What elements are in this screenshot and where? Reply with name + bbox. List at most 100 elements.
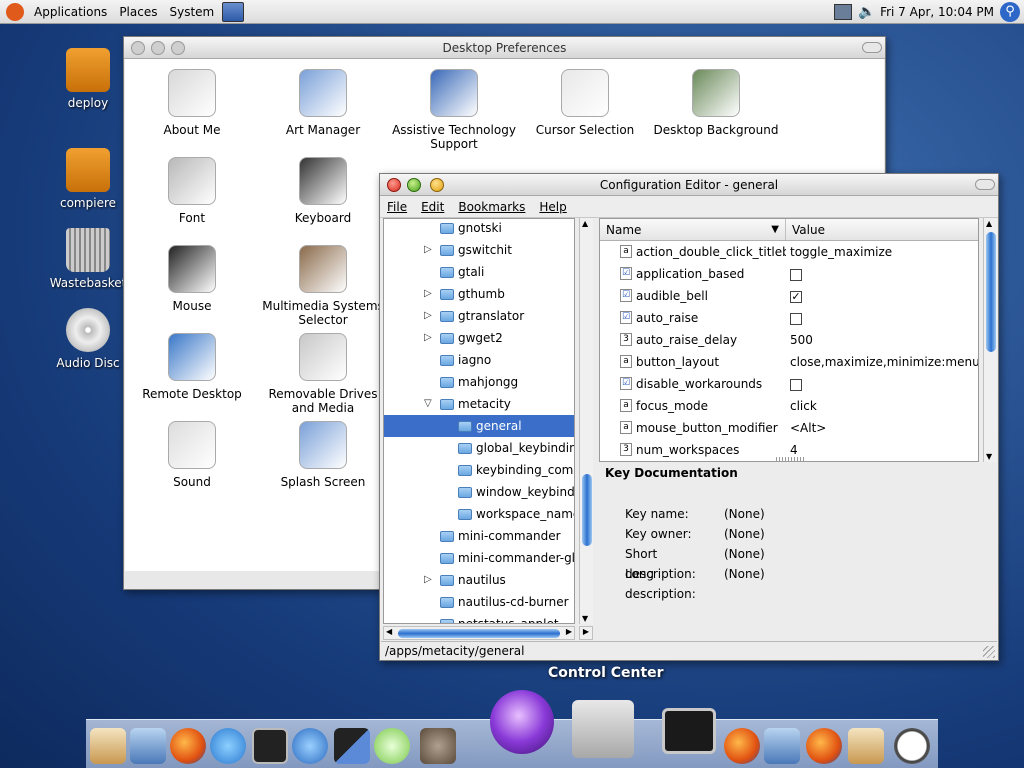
tree-item[interactable]: gnotski <box>384 219 574 239</box>
home-icon[interactable] <box>90 728 126 764</box>
table-row[interactable]: a action_double_click_titlebar toggle_maxi… <box>600 241 978 263</box>
pref-multimedia[interactable]: Multimedia Systems Selector <box>258 245 388 327</box>
mail-icon[interactable] <box>764 728 800 764</box>
key-value[interactable]: toggle_maximize <box>790 245 892 259</box>
tree-scroll-thumb[interactable] <box>582 474 592 546</box>
expander-closed-icon[interactable]: ▷ <box>424 327 432 349</box>
ubuntu-logo-icon[interactable] <box>6 2 24 21</box>
value-checkbox[interactable] <box>790 268 802 281</box>
desktop-icon-wastebasket[interactable]: Wastebasket <box>48 228 128 290</box>
tree-item[interactable]: ▷ gwget2 <box>384 327 574 349</box>
menu-edit[interactable]: Edit <box>414 200 451 214</box>
pane-resize-grip[interactable] <box>776 457 806 461</box>
pref-mouse[interactable]: Mouse <box>127 245 257 313</box>
tree-item[interactable]: nautilus-cd-burner <box>384 591 574 613</box>
menu-file[interactable]: File <box>380 200 414 214</box>
firefox-icon[interactable] <box>170 728 206 764</box>
scroll-up-arrow[interactable]: ▲ <box>986 219 992 228</box>
menu-help[interactable]: Help <box>532 200 573 214</box>
table-row[interactable]: ☑ auto_raise <box>600 307 978 329</box>
value-checkbox[interactable] <box>790 312 802 325</box>
chat-icon[interactable] <box>210 728 246 764</box>
tree-item[interactable]: ▽ metacity <box>384 393 574 415</box>
value-column-header[interactable]: Value <box>786 219 825 240</box>
close-button[interactable] <box>387 178 401 192</box>
firefox-icon[interactable] <box>724 728 760 764</box>
expander-closed-icon[interactable]: ▷ <box>424 305 432 327</box>
tree-hscroll-thumb[interactable] <box>398 629 560 638</box>
clock[interactable]: Fri 7 Apr, 10:04 PM <box>880 5 994 19</box>
pref-art-manager[interactable]: Art Manager <box>258 69 388 137</box>
scroll-left-arrow[interactable]: ◀ <box>386 627 392 636</box>
table-row[interactable]: ☑ disable_workarounds <box>600 373 978 395</box>
table-row[interactable]: ☑ audible_bell ✓ <box>600 285 978 307</box>
configuration-editor-titlebar[interactable]: Configuration Editor - general <box>380 174 998 196</box>
maximize-button[interactable] <box>430 178 444 192</box>
pref-remote-desktop[interactable]: Remote Desktop <box>127 333 257 401</box>
clock-icon[interactable] <box>894 728 930 764</box>
tree-item[interactable]: window_keybindings <box>384 481 574 503</box>
tree-item[interactable]: mahjongg <box>384 371 574 393</box>
collapse-button[interactable] <box>975 179 995 190</box>
applications-menu[interactable]: Applications <box>28 0 113 24</box>
home-icon[interactable] <box>848 728 884 764</box>
tree-horizontal-scrollbar[interactable]: ◀ ▶ <box>383 626 575 640</box>
pref-about-me[interactable]: About Me <box>127 69 257 137</box>
table-scroll-thumb[interactable] <box>986 232 996 352</box>
desktop-icon-audio-disc[interactable]: Audio Disc <box>48 308 128 370</box>
tree-item[interactable]: global_keybindings <box>384 437 574 459</box>
tree-hscroll-end-arrow[interactable]: ▶ <box>579 626 593 640</box>
tree-item[interactable]: iagno <box>384 349 574 371</box>
tree-item[interactable]: keybinding_commands <box>384 459 574 481</box>
tree-item[interactable]: general <box>384 415 574 437</box>
volume-icon[interactable]: 🔈 <box>858 4 875 20</box>
key-value[interactable]: 500 <box>790 333 813 347</box>
tree-item[interactable]: mini-commander <box>384 525 574 547</box>
scroll-down-arrow[interactable]: ▼ <box>582 614 588 623</box>
expander-open-icon[interactable]: ▽ <box>424 393 432 415</box>
window-list-icon[interactable] <box>222 1 245 22</box>
tree-item[interactable]: mini-commander-global <box>384 547 574 569</box>
gimp-icon[interactable] <box>420 728 456 764</box>
pref-font[interactable]: Font <box>127 157 257 225</box>
fish-icon[interactable] <box>292 728 328 764</box>
tree-item[interactable]: ▷ gswitchit <box>384 239 574 261</box>
places-menu[interactable]: Places <box>113 0 163 24</box>
firefox-icon[interactable] <box>806 728 842 764</box>
terminal-window-icon[interactable] <box>662 708 716 754</box>
search-icon[interactable]: ⚲ <box>1000 2 1020 22</box>
pref-sound[interactable]: Sound <box>127 421 257 489</box>
table-vertical-scrollbar[interactable]: ▲ ▼ <box>983 218 997 462</box>
table-row[interactable]: a button_layout close,maximize,minimize:me… <box>600 351 978 373</box>
pref-keyboard[interactable]: Keyboard <box>258 157 388 225</box>
name-column-header[interactable]: Name ▼ <box>600 219 786 240</box>
pref-desktop-background[interactable]: Desktop Background <box>651 69 781 137</box>
pref-assistive-technology[interactable]: Assistive Technology Support <box>389 69 519 151</box>
desktop-icon-deploy[interactable]: deploy <box>48 48 128 110</box>
table-row[interactable]: a focus_mode click <box>600 395 978 417</box>
computer-icon[interactable] <box>834 4 853 20</box>
desktop-icon-compiere[interactable]: compiere <box>48 148 128 210</box>
table-row[interactable]: 3 auto_raise_delay 500 <box>600 329 978 351</box>
desktop-preferences-titlebar[interactable]: Desktop Preferences <box>124 37 885 59</box>
collapse-button[interactable] <box>862 42 882 53</box>
tree-item[interactable]: ▷ nautilus <box>384 569 574 591</box>
value-checkbox[interactable] <box>790 378 802 391</box>
minimize-button[interactable] <box>151 41 165 55</box>
tree-vertical-scrollbar[interactable]: ▲ ▼ <box>579 218 593 624</box>
scroll-right-arrow[interactable]: ▶ <box>566 627 572 636</box>
table-row[interactable]: a mouse_button_modifier <Alt> <box>600 417 978 439</box>
tree-item[interactable]: gtali <box>384 261 574 283</box>
tree-item[interactable]: workspace_names <box>384 503 574 525</box>
table-row[interactable]: ☑ application_based <box>600 263 978 285</box>
scroll-down-arrow[interactable]: ▼ <box>986 452 992 461</box>
control-center-icon[interactable] <box>490 690 554 754</box>
expander-closed-icon[interactable]: ▷ <box>424 283 432 305</box>
tree-item[interactable]: netstatus_applet <box>384 613 574 623</box>
value-checkbox[interactable]: ✓ <box>790 290 802 303</box>
key-value[interactable]: close,maximize,minimize:menu <box>790 355 978 369</box>
keys-table[interactable]: Name ▼ Value a action_double_click_titleb… <box>599 218 979 462</box>
scroll-up-arrow[interactable]: ▲ <box>582 219 588 228</box>
pref-cursor[interactable]: Cursor Selection <box>520 69 650 137</box>
clapperboard-icon[interactable] <box>334 728 370 764</box>
